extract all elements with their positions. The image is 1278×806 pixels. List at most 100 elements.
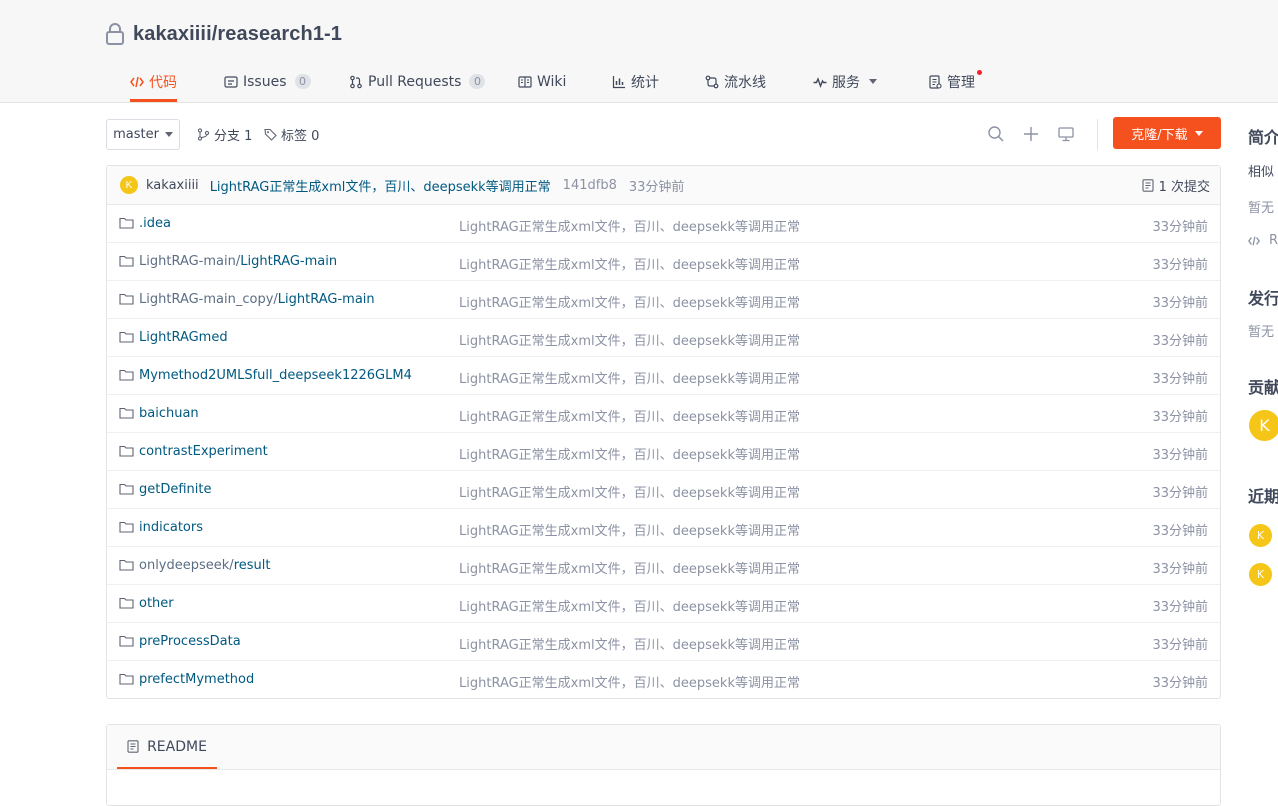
monitor-icon[interactable]: [1057, 125, 1075, 143]
table-row: contrastExperiment LightRAG正常生成xml文件，百川、d…: [107, 433, 1220, 471]
tab-admin[interactable]: 管理: [928, 62, 982, 101]
file-commit-time: 33分钟前: [1152, 486, 1208, 501]
table-row: baichuan LightRAG正常生成xml文件，百川、deepsekk等调用…: [107, 395, 1220, 433]
intro-empty: 暂无: [1248, 201, 1275, 216]
file-commit-message[interactable]: LightRAG正常生成xml文件，百川、deepsekk等调用正常: [459, 444, 800, 463]
contributors-heading: 贡献: [1248, 378, 1278, 397]
tab-wiki[interactable]: Wiki: [518, 62, 566, 101]
file-commit-time: 33分钟前: [1152, 600, 1208, 615]
file-name-link[interactable]: other: [139, 596, 174, 611]
avatar[interactable]: K: [1249, 524, 1272, 547]
avatar[interactable]: K: [1249, 410, 1278, 441]
file-name: indicators: [139, 520, 203, 535]
readme-tab[interactable]: README: [117, 725, 217, 769]
tab-label: 管理: [947, 74, 975, 91]
file-name: result: [233, 558, 271, 573]
lock-icon: [106, 23, 124, 45]
file-name-link[interactable]: baichuan: [139, 406, 199, 421]
table-row: LightRAG-main/LightRAG-main LightRAG正常生成x…: [107, 243, 1220, 281]
code-icon: [130, 76, 144, 87]
table-row: getDefinite LightRAG正常生成xml文件，百川、deepsekk…: [107, 471, 1220, 509]
file-path-prefix: LightRAG-main/: [139, 254, 241, 269]
file-name-link[interactable]: Mymethod2UMLSfull_deepseek1226GLM4: [139, 368, 412, 383]
file-commit-message[interactable]: LightRAG正常生成xml文件，百川、deepsekk等调用正常: [459, 254, 800, 273]
tab-pipeline[interactable]: 流水线: [705, 62, 766, 101]
file-commit-message[interactable]: LightRAG正常生成xml文件，百川、deepsekk等调用正常: [459, 634, 800, 653]
file-name: other: [139, 596, 174, 611]
folder-icon: [119, 255, 134, 267]
file-name-link[interactable]: prefectMymethod: [139, 672, 254, 687]
avatar[interactable]: K: [120, 176, 138, 194]
file-name-link[interactable]: onlydeepseek/result: [139, 558, 270, 573]
file-commit-time: 33分钟前: [1152, 334, 1208, 349]
intro-heading: 简介: [1248, 128, 1278, 147]
add-icon[interactable]: [1022, 125, 1040, 143]
table-row: preProcessData LightRAG正常生成xml文件，百川、deeps…: [107, 623, 1220, 661]
wiki-icon: [518, 75, 532, 88]
file-name-link[interactable]: contrastExperiment: [139, 444, 268, 459]
code-icon: [1248, 236, 1260, 245]
tab-issues[interactable]: Issues 0: [224, 62, 311, 101]
notification-dot: [977, 70, 982, 75]
file-name-link[interactable]: getDefinite: [139, 482, 212, 497]
file-name-link[interactable]: .idea: [139, 216, 171, 231]
table-row: LightRAG-main_copy/LightRAG-main LightRAG…: [107, 281, 1220, 319]
tab-stats[interactable]: 统计: [612, 62, 659, 101]
repo-header: kakaxiiii/reasearch1-1 代码 Issues 0 Pull …: [0, 0, 1278, 103]
table-row: Mymethod2UMLSfull_deepseek1226GLM4 LightR…: [107, 357, 1220, 395]
folder-icon: [119, 445, 134, 457]
file-commit-time: 33分钟前: [1152, 296, 1208, 311]
file-name-link[interactable]: LightRAG-main/LightRAG-main: [139, 254, 337, 269]
commit-sha[interactable]: 141dfb8: [563, 178, 617, 193]
file-commit-message[interactable]: LightRAG正常生成xml文件，百川、deepsekk等调用正常: [459, 482, 800, 501]
file-commit-message[interactable]: LightRAG正常生成xml文件，百川、deepsekk等调用正常: [459, 520, 800, 539]
chevron-down-icon: [869, 79, 877, 84]
file-name-link[interactable]: indicators: [139, 520, 203, 535]
avatar[interactable]: K: [1249, 563, 1272, 586]
folder-icon: [119, 331, 134, 343]
toolbar-divider: [1097, 119, 1098, 150]
clone-download-button[interactable]: 克隆/下载: [1113, 117, 1221, 149]
file-commit-message[interactable]: LightRAG正常生成xml文件，百川、deepsekk等调用正常: [459, 596, 800, 615]
file-commit-time: 33分钟前: [1152, 220, 1208, 235]
file-commit-message[interactable]: LightRAG正常生成xml文件，百川、deepsekk等调用正常: [459, 672, 800, 691]
table-row: LightRAGmed LightRAG正常生成xml文件，百川、deepsekk…: [107, 319, 1220, 357]
file-commit-message[interactable]: LightRAG正常生成xml文件，百川、deepsekk等调用正常: [459, 368, 800, 387]
file-commit-message[interactable]: LightRAG正常生成xml文件，百川、deepsekk等调用正常: [459, 406, 800, 425]
file-path-prefix: LightRAG-main_copy/: [139, 292, 278, 307]
file-name-link[interactable]: preProcessData: [139, 634, 241, 649]
code-link[interactable]: R: [1248, 233, 1278, 248]
file-name-link[interactable]: LightRAGmed: [139, 330, 228, 345]
file-commit-time: 33分钟前: [1152, 638, 1208, 653]
tab-pull-requests[interactable]: Pull Requests 0: [349, 62, 486, 101]
commits-link[interactable]: 1 次提交: [1142, 176, 1210, 195]
branch-select[interactable]: master: [106, 119, 180, 150]
pull-request-icon: [350, 75, 362, 88]
document-icon: [127, 740, 139, 753]
file-commit-time: 33分钟前: [1152, 524, 1208, 539]
search-icon[interactable]: [987, 125, 1005, 143]
file-name: preProcessData: [139, 634, 241, 649]
branches-link[interactable]: 分支 1: [197, 119, 252, 150]
file-commit-message[interactable]: LightRAG正常生成xml文件，百川、deepsekk等调用正常: [459, 216, 800, 235]
commit-message[interactable]: LightRAG正常生成xml文件，百川、deepsekk等调用正常: [210, 176, 551, 195]
tags-link[interactable]: 标签 0: [264, 119, 319, 150]
file-commit-message[interactable]: LightRAG正常生成xml文件，百川、deepsekk等调用正常: [459, 292, 800, 311]
readme-box: README: [106, 724, 1221, 806]
issues-icon: [224, 75, 238, 88]
folder-icon: [119, 483, 134, 495]
commit-author[interactable]: kakaxiiii: [146, 178, 199, 193]
file-commit-message[interactable]: LightRAG正常生成xml文件，百川、deepsekk等调用正常: [459, 558, 800, 577]
pulse-icon: [813, 76, 827, 88]
release-empty: 暂无: [1248, 325, 1275, 340]
tag-icon: [264, 128, 277, 141]
tab-services[interactable]: 服务: [813, 62, 877, 101]
file-commit-time: 33分钟前: [1152, 372, 1208, 387]
intro-text: 相似: [1248, 165, 1275, 180]
file-commit-message[interactable]: LightRAG正常生成xml文件，百川、deepsekk等调用正常: [459, 330, 800, 349]
tab-code[interactable]: 代码: [130, 62, 177, 102]
file-commit-time: 33分钟前: [1152, 448, 1208, 463]
file-name-link[interactable]: LightRAG-main_copy/LightRAG-main: [139, 292, 375, 307]
repo-name[interactable]: kakaxiiii/reasearch1-1: [133, 23, 342, 46]
tab-label: 流水线: [724, 74, 766, 91]
